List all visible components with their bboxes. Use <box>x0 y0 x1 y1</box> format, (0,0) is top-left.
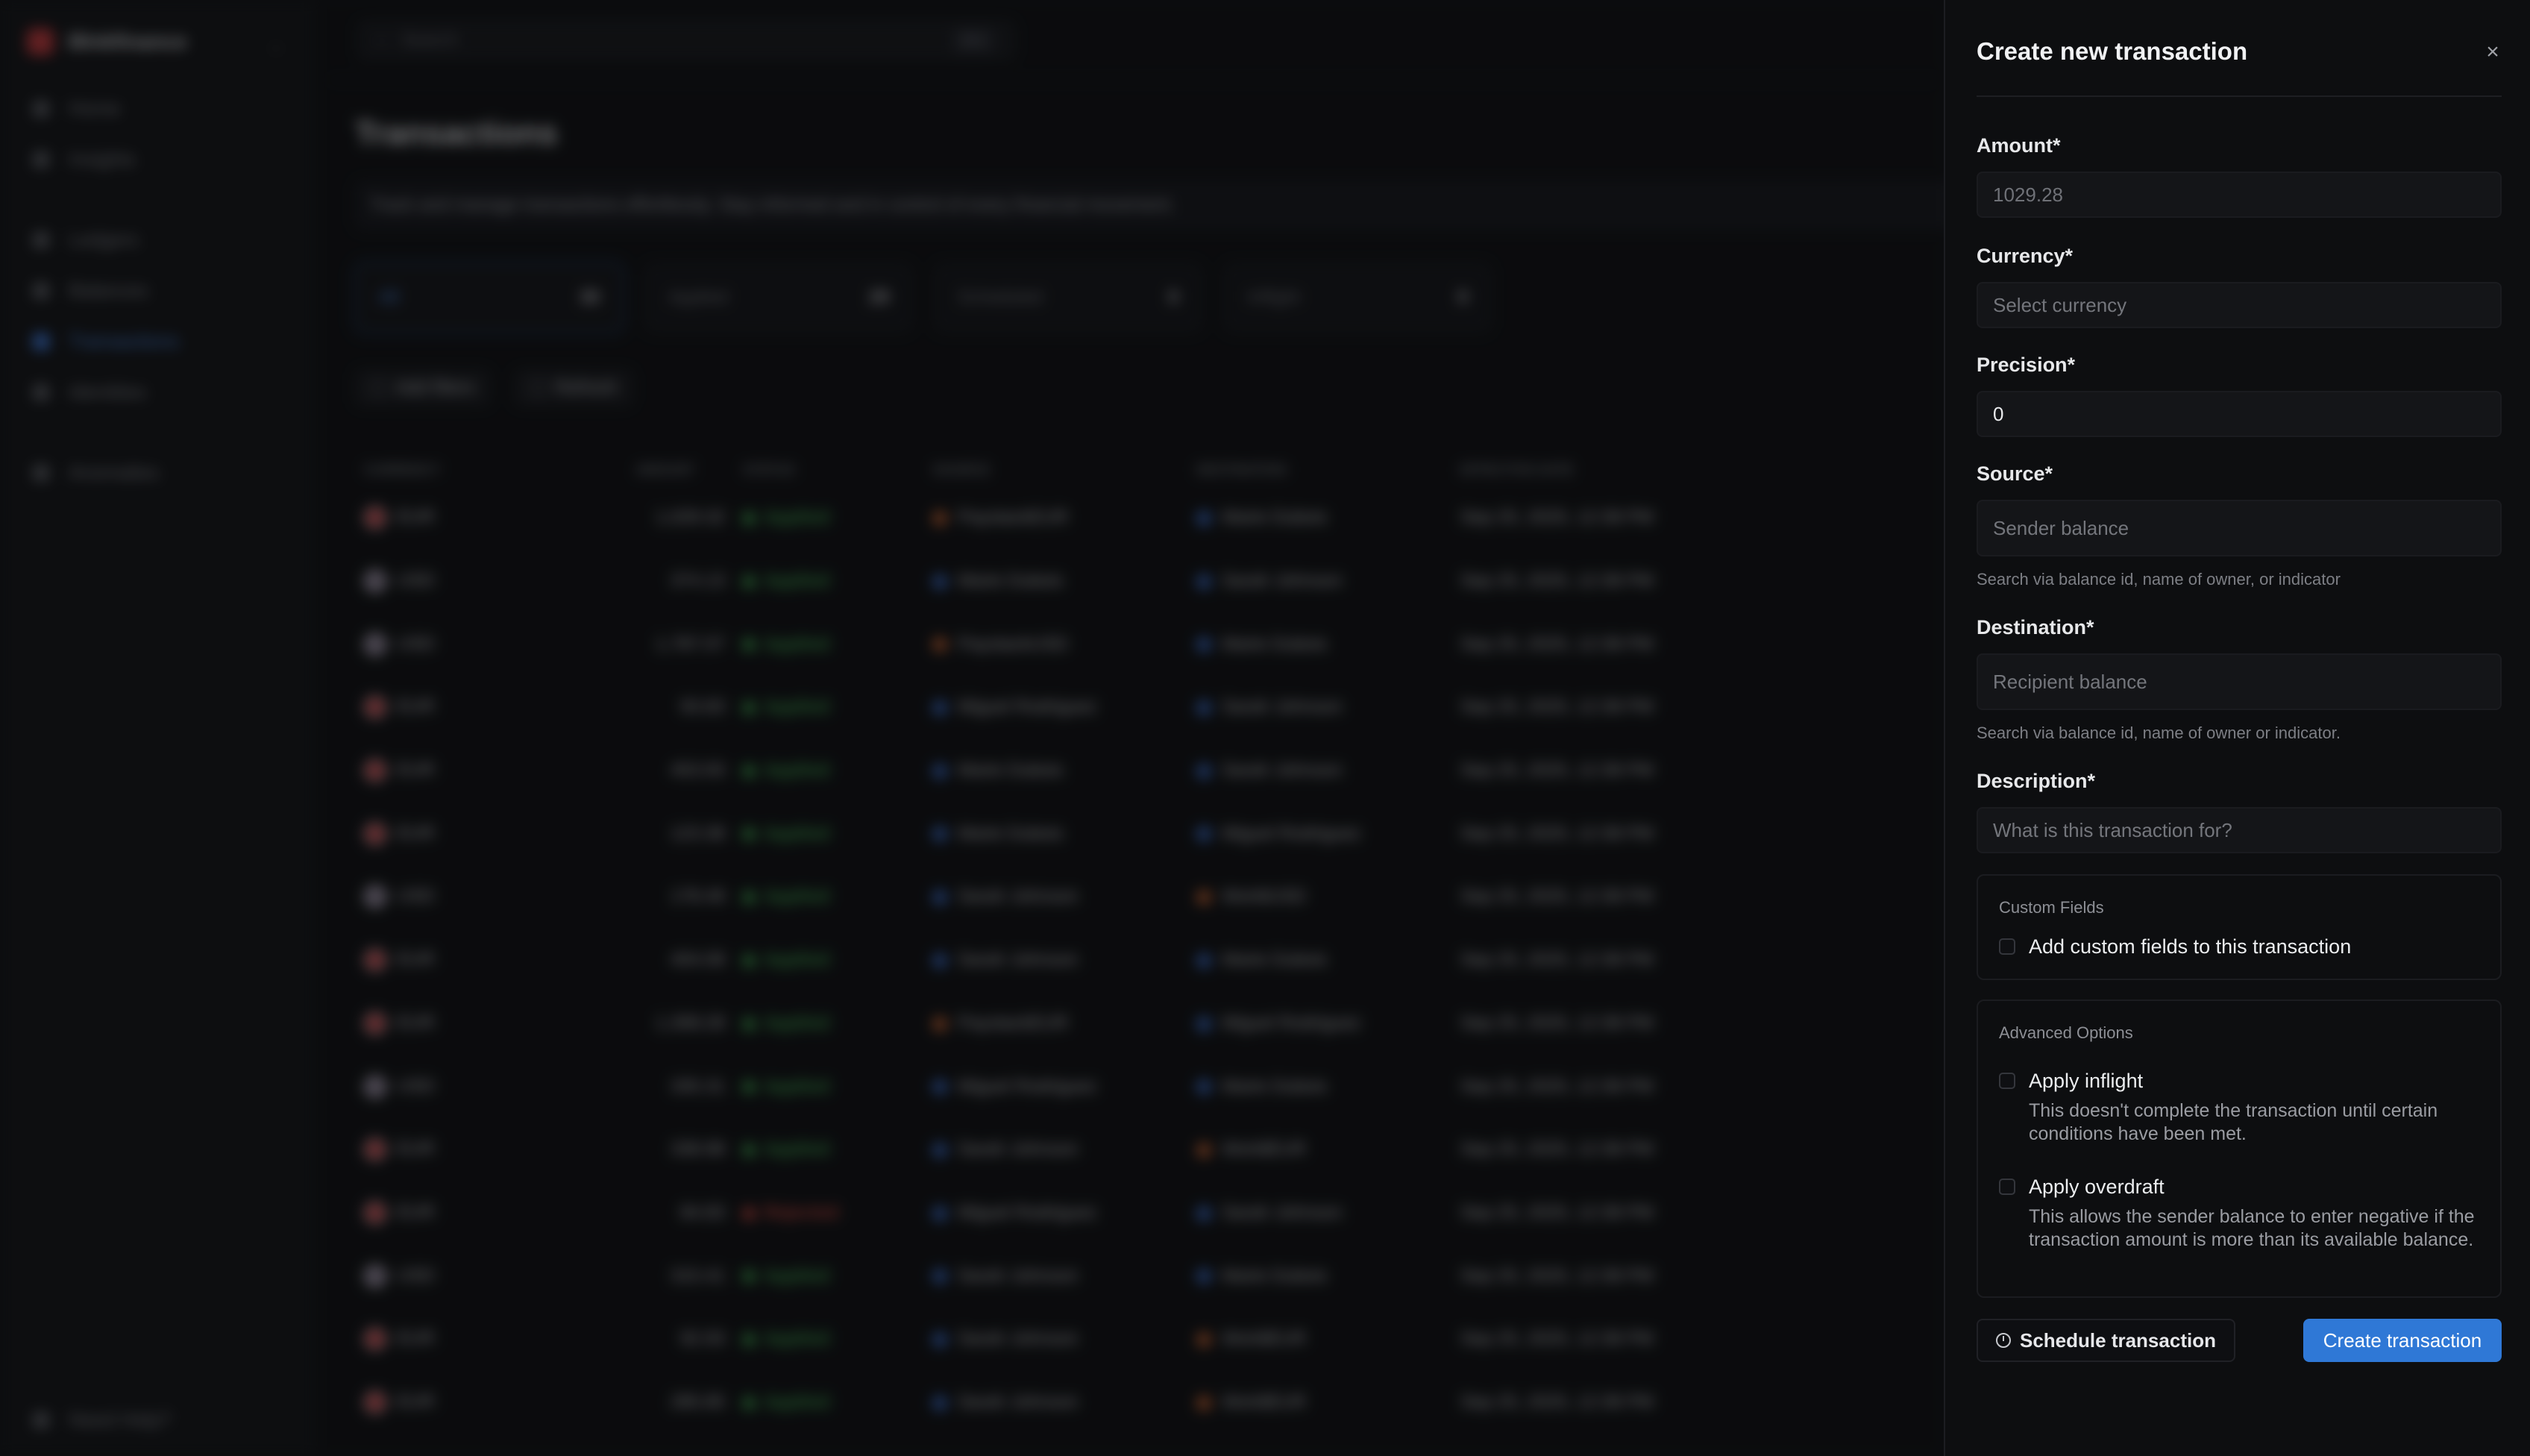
schedule-button-label: Schedule transaction <box>2020 1328 2216 1352</box>
apply-inflight-label[interactable]: Apply inflight <box>2029 1070 2143 1093</box>
create-transaction-button[interactable]: Create transaction <box>2303 1319 2502 1362</box>
apply-overdraft-checkbox[interactable] <box>1999 1179 2015 1195</box>
create-transaction-panel: Create new transaction × Amount* 1029.28… <box>1944 0 2530 1456</box>
apply-overdraft-label[interactable]: Apply overdraft <box>2029 1176 2165 1199</box>
background-app: Blnkfinance ⌄ Home Insights Ledgers Bala… <box>0 0 1996 1456</box>
destination-hint: Search via balance id, name of owner or … <box>1977 724 2341 742</box>
clock-icon <box>1996 1333 2011 1348</box>
custom-fields-checkbox[interactable] <box>1999 938 2015 955</box>
advanced-options-section: Advanced Options Apply inflight This doe… <box>1977 1000 2502 1298</box>
apply-overdraft-description: This allows the sender balance to enter … <box>2029 1206 2475 1250</box>
precision-field[interactable]: 0 <box>1977 391 2502 437</box>
source-field[interactable]: Sender balance <box>1977 500 2502 556</box>
apply-inflight-description: This doesn't complete the transaction un… <box>2029 1100 2438 1144</box>
description-label: Description* <box>1977 770 2096 792</box>
advanced-options-title: Advanced Options <box>1999 1023 2133 1042</box>
apply-inflight-checkbox[interactable] <box>1999 1073 2015 1089</box>
divider <box>1977 95 2502 97</box>
destination-label: Destination* <box>1977 616 2094 638</box>
modal-overlay[interactable] <box>0 0 1944 1456</box>
custom-fields-section: Custom Fields Add custom fields to this … <box>1977 874 2502 980</box>
close-icon[interactable]: × <box>2481 40 2505 64</box>
amount-label: Amount* <box>1977 134 2061 157</box>
panel-title: Create new transaction <box>1977 37 2248 65</box>
source-label: Source* <box>1977 462 2053 485</box>
custom-fields-checkbox-label[interactable]: Add custom fields to this transaction <box>2029 935 2351 958</box>
custom-fields-title: Custom Fields <box>1999 898 2104 917</box>
description-field[interactable]: What is this transaction for? <box>1977 807 2502 853</box>
currency-label: Currency* <box>1977 245 2074 267</box>
schedule-transaction-button[interactable]: Schedule transaction <box>1977 1319 2235 1362</box>
source-hint: Search via balance id, name of owner, or… <box>1977 570 2341 589</box>
destination-field[interactable]: Recipient balance <box>1977 653 2502 710</box>
amount-field[interactable]: 1029.28 <box>1977 172 2502 218</box>
currency-select[interactable]: Select currency <box>1977 282 2502 328</box>
precision-label: Precision* <box>1977 354 2076 376</box>
